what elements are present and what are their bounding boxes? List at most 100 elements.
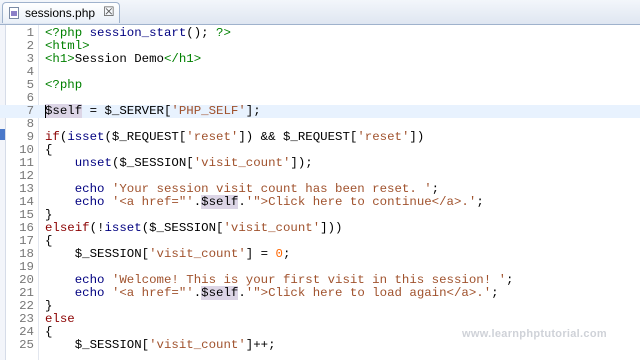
code-token: . — [238, 286, 246, 300]
code-editor[interactable]: 1 <?php session_start(); ?> 2 <html> 3 <h1>Se… — [0, 27, 640, 360]
code-token: { — [45, 325, 53, 339]
code-token: 'reset' — [186, 130, 239, 144]
code-token: <?php — [45, 78, 83, 92]
code-token: ]); — [290, 156, 313, 170]
code-token: 0 — [275, 247, 283, 261]
code-text: $_SESSION['visit_count']++; — [45, 339, 276, 352]
code-token: 'visit_count' — [193, 156, 291, 170]
code-token: . — [238, 195, 246, 209]
code-token: </h1> — [163, 52, 202, 66]
code-line[interactable]: 22} — [0, 300, 640, 313]
code-line[interactable]: 1 <?php session_start(); ?> — [0, 27, 640, 40]
code-text: $_SESSION['visit_count'] = 0; — [45, 247, 291, 261]
code-token: 'Your session visit count has been reset… — [111, 182, 432, 196]
code-token: ?> — [216, 26, 231, 40]
code-token: isset — [67, 130, 105, 144]
code-token: <html> — [45, 39, 90, 53]
highlighted-variable: $self — [201, 195, 239, 209]
code-text: echo '<a href="'.$self.'">Click here to … — [45, 195, 484, 209]
code-line[interactable]: 3 <h1>Session Demo</h1> — [0, 53, 640, 66]
editor-tab-bar: sessions.php ☒ — [0, 0, 640, 25]
code-token: { — [45, 143, 53, 157]
code-line[interactable]: 23 else — [0, 313, 640, 326]
code-token: { — [45, 234, 53, 248]
code-token: $_SESSION[ — [45, 247, 150, 261]
code-token: else — [45, 312, 75, 326]
code-line[interactable]: 25 $_SESSION['visit_count']++; — [0, 339, 640, 352]
code-token: echo — [74, 273, 105, 287]
code-line[interactable]: 7 $self = $_SERVER['PHP_SELF']; — [0, 104, 640, 118]
code-line[interactable]: 11 unset($_SESSION['visit_count']); — [0, 157, 640, 170]
code-line[interactable]: 21 echo '<a href="'.$self.'">Click here … — [0, 286, 640, 300]
code-token: ]) — [409, 130, 425, 144]
close-tab-icon[interactable]: ☒ — [103, 4, 115, 20]
tab-sessions-php[interactable]: sessions.php ☒ — [2, 2, 120, 23]
code-token: isset — [104, 221, 142, 235]
code-token: 'reset' — [357, 130, 410, 144]
code-token: ($_SESSION[ — [111, 156, 194, 170]
code-token: $_SESSION[ — [45, 338, 150, 352]
code-token: } — [45, 208, 53, 222]
code-token: ($_SESSION[ — [141, 221, 224, 235]
code-token: '">Click here to continue</a>.' — [245, 195, 477, 209]
code-token: 'PHP_SELF' — [171, 104, 246, 118]
code-text: echo '<a href="'.$self.'">Click here to … — [45, 286, 499, 300]
code-token: 'visit_count' — [223, 221, 321, 235]
code-token: ]; — [245, 104, 261, 118]
code-token: (); — [186, 26, 217, 40]
code-token: echo — [74, 182, 105, 196]
code-token: echo — [74, 286, 105, 300]
code-token: '<a href="' — [111, 286, 194, 300]
code-token: <h1> — [45, 52, 75, 66]
line-number: 25 — [19, 338, 34, 352]
code-text: <?php — [45, 79, 82, 92]
code-token: unset — [74, 156, 112, 170]
code-line[interactable]: 18 $_SESSION['visit_count'] = 0; — [0, 248, 640, 261]
php-file-icon — [9, 7, 19, 19]
code-token: Session Demo — [74, 52, 164, 66]
code-token: ; — [476, 195, 484, 209]
code-line[interactable]: 14 echo '<a href="'.$self.'">Click here … — [0, 195, 640, 209]
text-cursor — [45, 105, 46, 118]
code-token: ; — [431, 182, 440, 196]
code-token: } — [45, 299, 53, 313]
watermark-text: www.learnphptutorial.com — [462, 328, 607, 340]
code-text: $self = $_SERVER['PHP_SELF']; — [45, 104, 261, 118]
code-token: ; — [491, 286, 499, 300]
code-token: if — [45, 130, 60, 144]
code-line[interactable]: 4 — [0, 66, 640, 79]
code-text: unset($_SESSION['visit_count']); — [45, 157, 313, 170]
code-token: ]) && $_REQUEST[ — [238, 130, 358, 144]
code-token: 'Welcome! This is your first visit in th… — [111, 273, 507, 287]
code-token: 'visit_count' — [149, 247, 246, 261]
code-token: 'visit_count' — [149, 338, 246, 352]
code-token: ]++; — [245, 338, 276, 352]
code-token: echo — [74, 195, 105, 209]
highlighted-variable: $self — [201, 286, 239, 300]
code-token: ] = — [245, 247, 276, 261]
code-text: if(isset($_REQUEST['reset']) && $_REQUES… — [45, 131, 424, 144]
code-token: ; — [282, 247, 291, 261]
code-token: '">Click here to load again</a>.' — [245, 286, 492, 300]
tab-filename: sessions.php — [25, 6, 96, 20]
code-line[interactable]: 9 if(isset($_REQUEST['reset']) && $_REQUE… — [0, 131, 640, 144]
code-token: ($_REQUEST[ — [104, 130, 187, 144]
code-text: elseif(!isset($_SESSION['visit_count'])) — [45, 222, 342, 235]
code-line[interactable]: 16 elseif(!isset($_SESSION['visit_count']… — [0, 222, 640, 235]
highlighted-variable: $self — [45, 104, 83, 118]
code-token: session_start — [89, 26, 187, 40]
code-token: = $_SERVER[ — [82, 104, 172, 118]
code-token: <?php — [45, 26, 90, 40]
code-token: elseif — [45, 221, 90, 235]
code-line[interactable]: 5 <?php — [0, 79, 640, 92]
code-text: <h1>Session Demo</h1> — [45, 53, 201, 66]
code-token: (! — [89, 221, 105, 235]
code-token: ; — [506, 273, 514, 287]
